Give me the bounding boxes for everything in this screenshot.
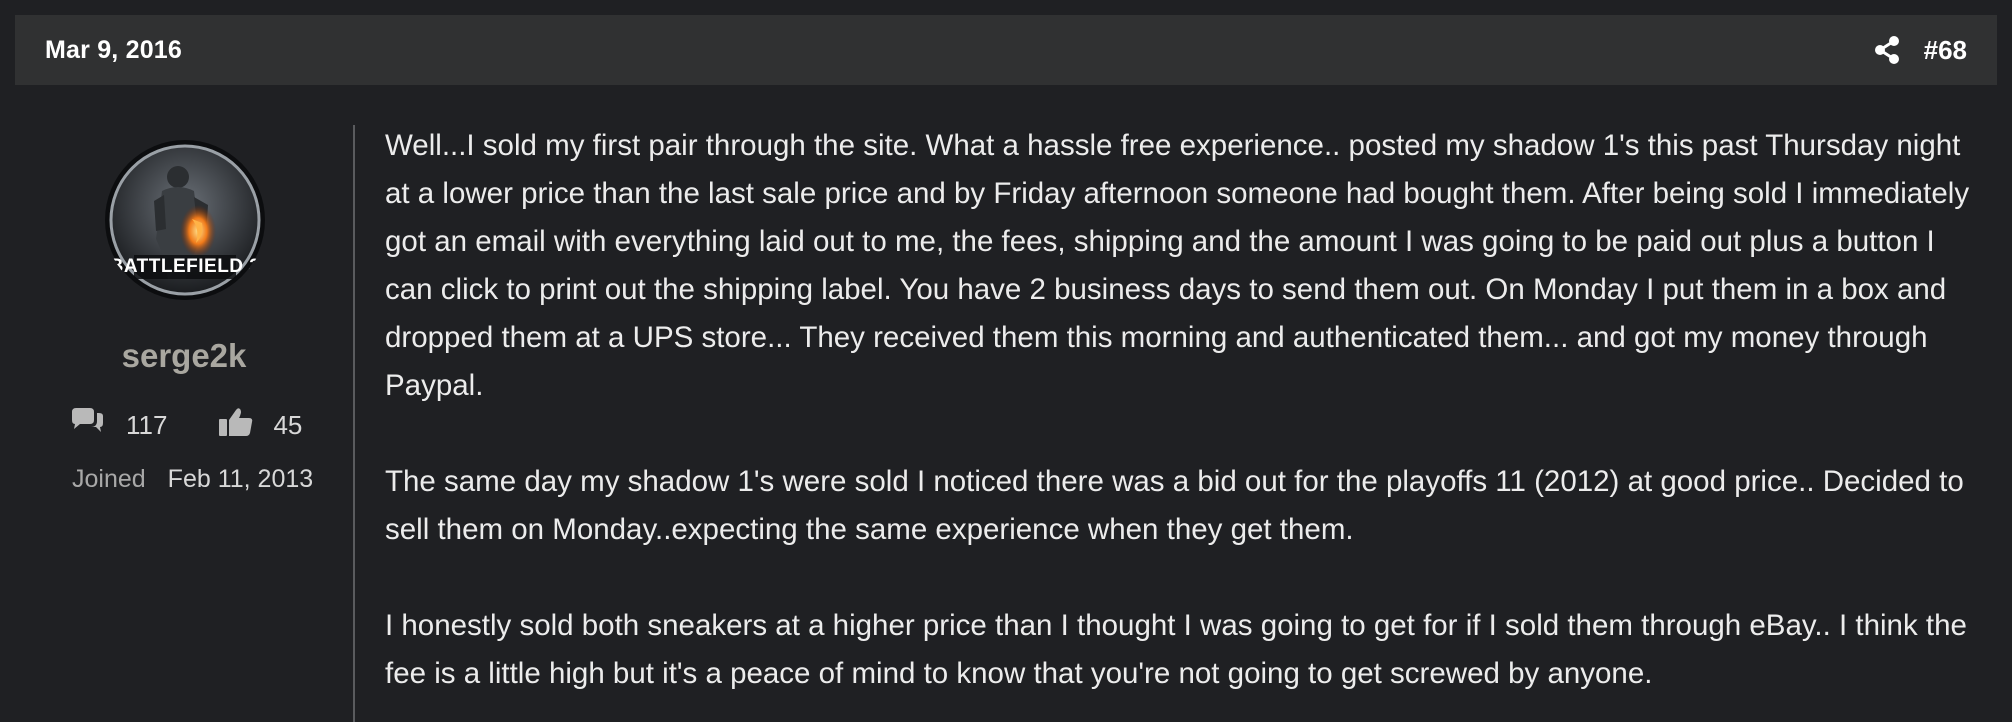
post-date[interactable]: Mar 9, 2016 xyxy=(45,36,182,65)
message-paragraph: The same day my shadow 1's were sold I n… xyxy=(385,465,1964,546)
post-message-body: Well...I sold my first pair through the … xyxy=(385,122,1985,722)
message-paragraph: I honestly sold both sneakers at a highe… xyxy=(385,609,1967,690)
messages-count: 117 xyxy=(126,410,168,440)
joined-info: Joined Feb 11, 2013 xyxy=(72,465,313,494)
username-link[interactable]: serge2k xyxy=(0,337,368,375)
message-paragraph: Well...I sold my first pair through the … xyxy=(385,129,1970,402)
messages-stat[interactable]: 117 xyxy=(70,408,167,443)
share-icon[interactable] xyxy=(1872,35,1902,65)
post-number-link[interactable]: #68 xyxy=(1924,35,1967,66)
thumbs-up-icon xyxy=(219,407,253,444)
comments-icon xyxy=(70,408,106,443)
user-info: BATTLEFIELD 3 serge2k 117 45 Joined Feb … xyxy=(0,125,354,722)
avatar-logo-text: BATTLEFIELD 3 xyxy=(109,256,261,277)
post-header-actions: #68 xyxy=(1872,35,1967,66)
forum-post: Mar 9, 2016 #68 BATTLEFIELD 3 serge2k 11… xyxy=(0,0,2012,722)
avatar[interactable]: BATTLEFIELD 3 xyxy=(104,139,266,301)
joined-label: Joined xyxy=(72,465,146,493)
column-divider xyxy=(353,125,355,722)
user-stats: 117 45 xyxy=(70,407,302,444)
post-header: Mar 9, 2016 #68 xyxy=(15,15,1997,85)
reactions-stat[interactable]: 45 xyxy=(219,407,302,444)
joined-date: Feb 11, 2013 xyxy=(167,465,314,493)
reactions-count: 45 xyxy=(273,410,303,440)
